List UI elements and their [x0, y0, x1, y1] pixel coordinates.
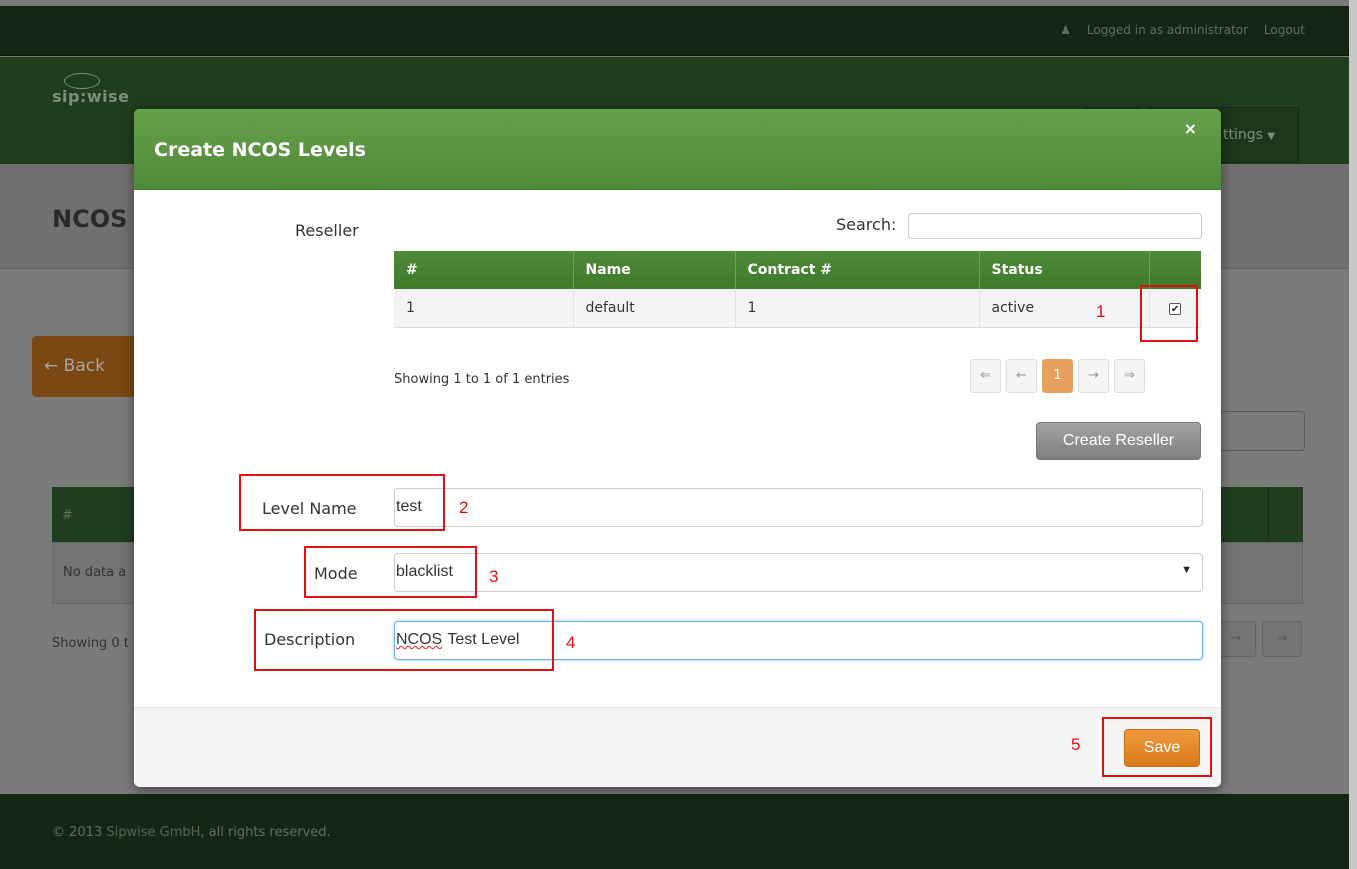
- column-header-contract[interactable]: Contract #: [735, 251, 980, 289]
- background-pager-next[interactable]: →: [1216, 621, 1256, 657]
- user-icon: ♟: [1060, 23, 1072, 37]
- search-input[interactable]: [908, 213, 1202, 239]
- cell-id: 1: [394, 289, 574, 328]
- annotation-number-5: 5: [1071, 735, 1081, 754]
- annotation-number-1: 1: [1096, 302, 1106, 321]
- pager-prev-button[interactable]: ←: [1006, 359, 1037, 393]
- window-scrollbar[interactable]: [1349, 0, 1357, 869]
- pager-first-button[interactable]: ⇐: [970, 359, 1001, 393]
- background-entries-info: Showing 0 t: [52, 636, 129, 651]
- speech-bubble-icon: [64, 73, 100, 89]
- annotation-number-3: 3: [489, 567, 499, 586]
- create-reseller-button[interactable]: Create Reseller: [1036, 422, 1201, 460]
- background-search-input[interactable]: [1214, 411, 1305, 451]
- annotation-box-1: [1140, 285, 1198, 342]
- top-bar: ♟ Logged in as administrator Logout: [0, 6, 1357, 56]
- cell-contract: 1: [735, 289, 980, 328]
- reseller-table: # Name Contract # Status 1 default 1 act…: [394, 251, 1201, 328]
- page-title: NCOS: [52, 205, 128, 233]
- sipwise-logo: sip:wise: [52, 73, 130, 106]
- reseller-label: Reseller: [295, 221, 359, 240]
- table-header-row: # Name Contract # Status: [394, 251, 1201, 289]
- annotation-box-5: [1102, 717, 1212, 777]
- company-link[interactable]: Sipwise GmbH: [106, 825, 200, 840]
- mode-select[interactable]: blacklist ▼: [394, 553, 1203, 592]
- pager-next-button[interactable]: →: [1078, 359, 1109, 393]
- search-label: Search:: [836, 215, 897, 234]
- pagination: ⇐ ← 1 → ⇒: [970, 359, 1145, 393]
- column-header-status[interactable]: Status: [979, 251, 1150, 289]
- annotation-number-2: 2: [459, 498, 469, 517]
- entries-info: Showing 1 to 1 of 1 entries: [394, 372, 570, 387]
- logged-in-text: Logged in as administrator: [1086, 23, 1249, 37]
- pager-last-button[interactable]: ⇒: [1114, 359, 1145, 393]
- dialog-header: Create NCOS Levels ×: [134, 109, 1221, 190]
- logout-link[interactable]: Logout: [1264, 23, 1305, 37]
- annotation-box-3: [304, 546, 477, 598]
- dialog-title: Create NCOS Levels: [154, 139, 366, 161]
- column-header-select: [1149, 251, 1201, 289]
- copyright: © 2013 Sipwise GmbH, all rights reserved…: [52, 825, 331, 840]
- table-row[interactable]: 1 default 1 active ✔: [394, 289, 1201, 328]
- annotation-number-4: 4: [566, 633, 576, 652]
- column-header-id[interactable]: #: [394, 251, 574, 289]
- cell-name: default: [573, 289, 736, 328]
- level-name-input[interactable]: test: [394, 488, 1203, 527]
- caret-down-icon: ▼: [1181, 564, 1192, 576]
- background-pager-last[interactable]: ⇒: [1262, 621, 1302, 657]
- footer: © 2013 Sipwise GmbH, all rights reserved…: [0, 794, 1357, 869]
- create-ncos-levels-dialog: Create NCOS Levels × Reseller Search: # …: [134, 109, 1221, 787]
- arrow-left-icon: ←: [44, 356, 59, 376]
- column-header-name[interactable]: Name: [573, 251, 736, 289]
- user-info: ♟ Logged in as administrator Logout: [1048, 23, 1305, 37]
- annotation-box-2: [239, 474, 445, 531]
- annotation-box-4: [254, 609, 554, 671]
- close-icon[interactable]: ×: [1184, 119, 1197, 138]
- pager-page-1-button[interactable]: 1: [1042, 359, 1073, 393]
- caret-down-icon: ▼: [1267, 131, 1276, 142]
- dialog-footer: [134, 707, 1221, 787]
- cell-status: active: [979, 289, 1150, 328]
